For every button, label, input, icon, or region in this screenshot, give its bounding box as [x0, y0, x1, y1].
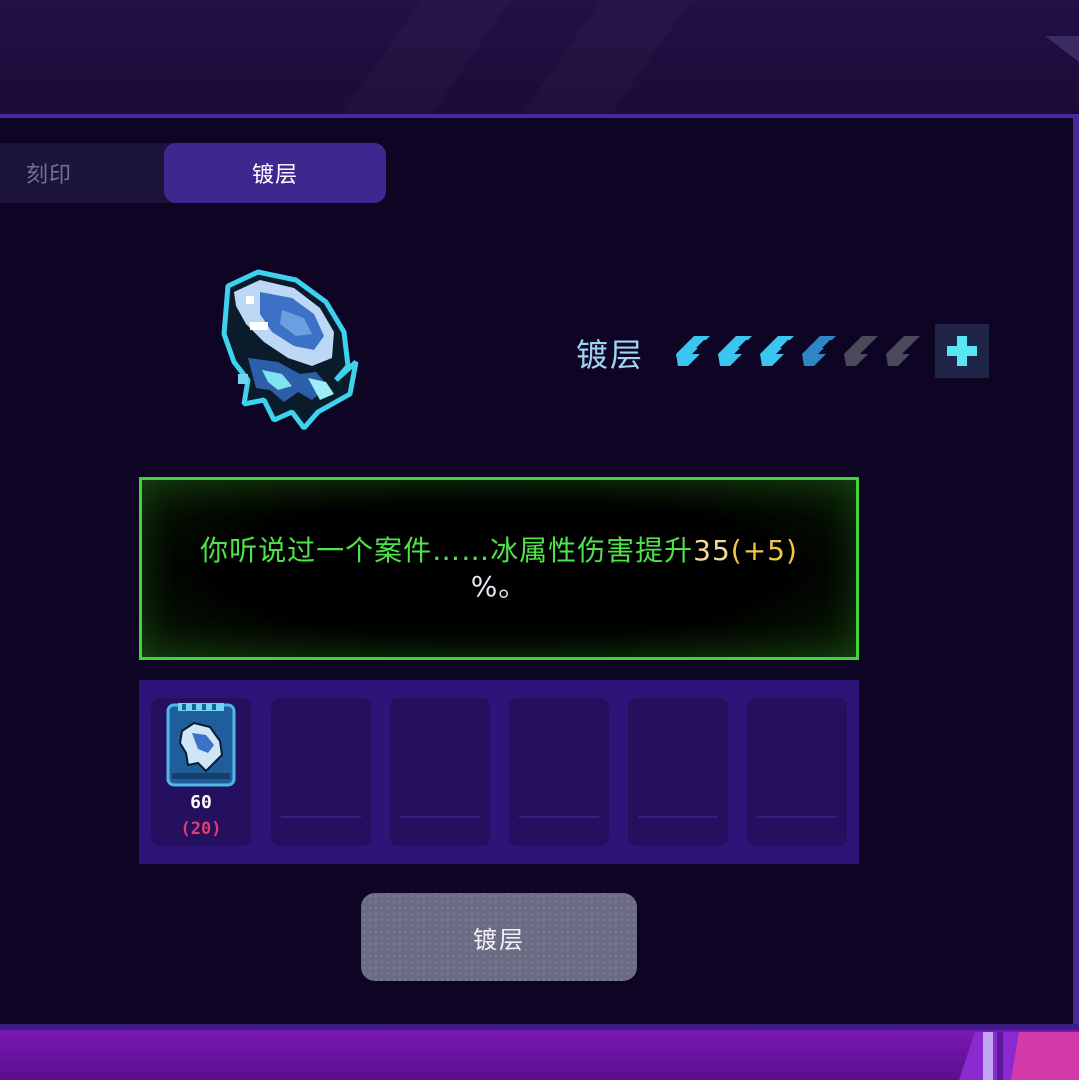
- ice-fish-weapon-icon: [221, 269, 359, 430]
- add-coating-button[interactable]: [935, 324, 989, 378]
- material-slot-empty[interactable]: [271, 698, 371, 846]
- material-slot-empty[interactable]: [628, 698, 728, 846]
- effect-description-box: 你听说过一个案件……冰属性伤害提升35(+5) %。: [139, 477, 859, 660]
- coating-pip-filled: [802, 336, 836, 366]
- material-count: 60: [190, 792, 212, 813]
- panel-edge: [1073, 114, 1079, 1030]
- effect-text: 你听说过一个案件……冰属性伤害提升: [200, 533, 694, 567]
- coating-label: 镀层: [576, 336, 645, 374]
- coating-pip-filled: [676, 336, 710, 366]
- material-slot-empty[interactable]: [390, 698, 490, 846]
- material-slot-empty[interactable]: [509, 698, 609, 846]
- effect-suffix: %。: [470, 569, 528, 603]
- bottom-bar: [0, 1030, 1079, 1080]
- coating-pip-empty: [886, 336, 920, 366]
- ice-fish-card-icon: [166, 703, 236, 787]
- corner-notch: [1045, 36, 1079, 62]
- coating-level-pips: [676, 336, 920, 366]
- effect-description: 你听说过一个案件……冰属性伤害提升35(+5) %。: [200, 533, 798, 605]
- material-slot[interactable]: 60 (20): [151, 698, 251, 846]
- effect-bonus: (+5): [730, 533, 798, 567]
- material-slot-empty[interactable]: [747, 698, 847, 846]
- coating-pip-empty: [844, 336, 878, 366]
- tab-bar: 刻印 镀层: [0, 143, 386, 203]
- material-cost: (20): [180, 819, 222, 839]
- effect-value: 35: [693, 533, 731, 567]
- tab-coating[interactable]: 镀层: [164, 143, 386, 203]
- bottom-corner-decoration: [959, 1032, 1079, 1080]
- coating-pip-filled: [718, 336, 752, 366]
- material-slots: 60 (20): [139, 680, 859, 864]
- coat-button[interactable]: 镀层: [361, 893, 637, 981]
- plus-icon: [947, 336, 977, 366]
- coating-pip-filled: [760, 336, 794, 366]
